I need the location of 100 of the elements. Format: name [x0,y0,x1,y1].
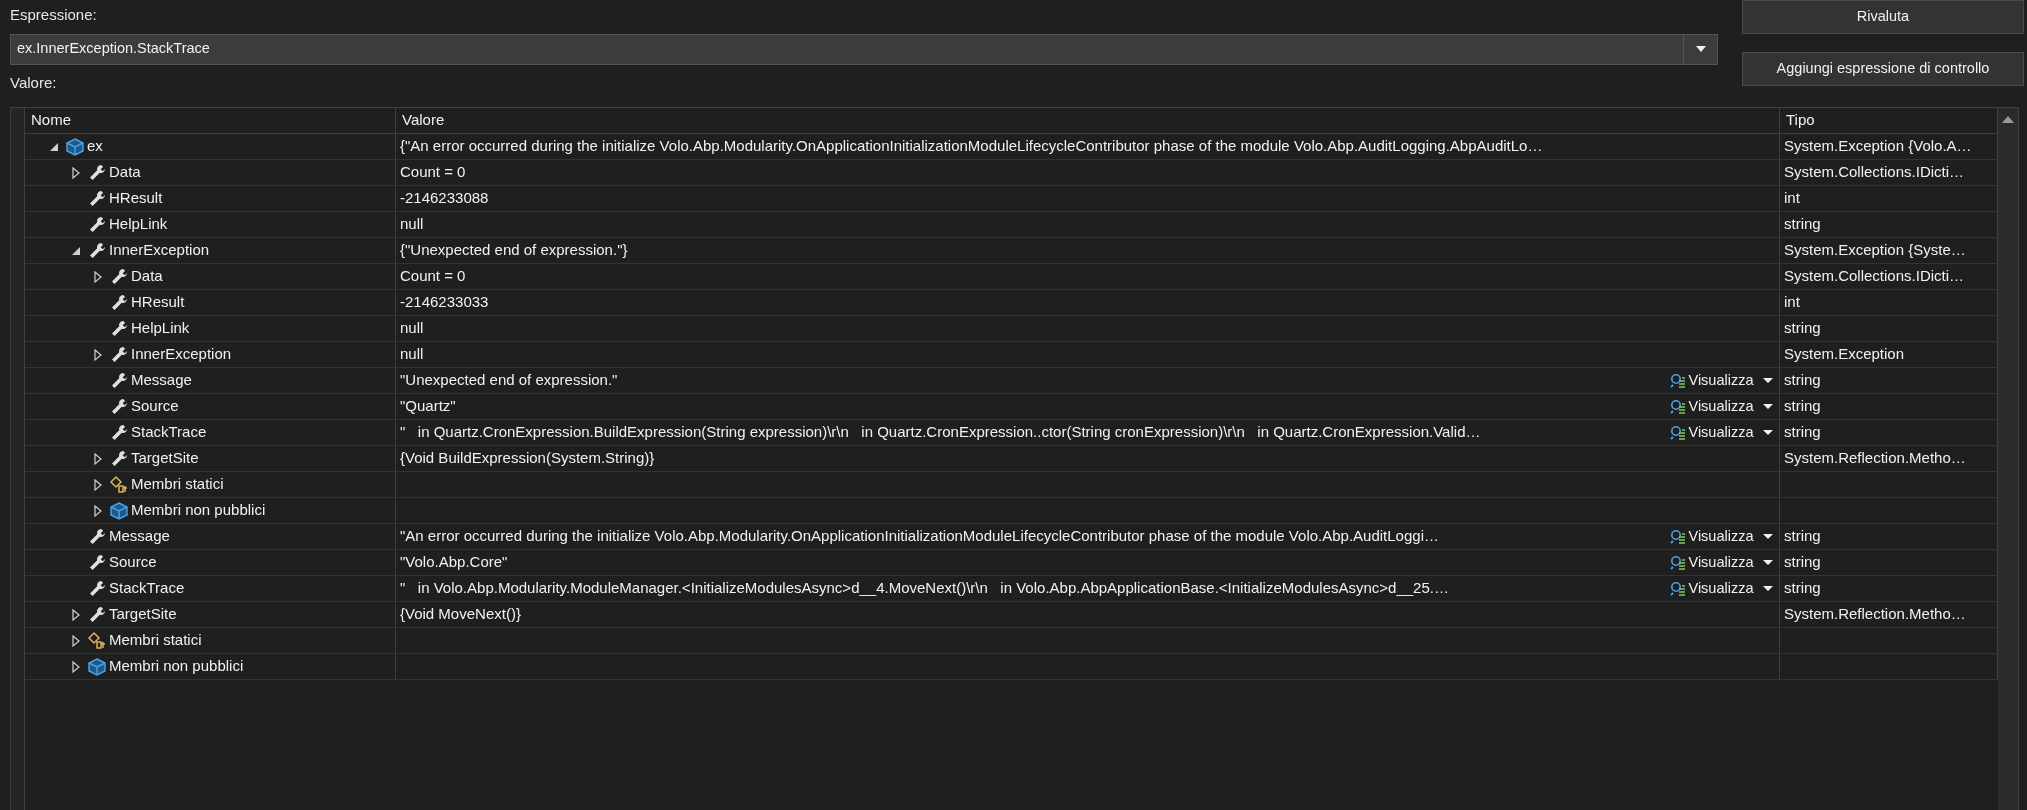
member-value: -2146233033 [400,292,489,313]
wrench-icon [109,396,129,417]
member-value: " in Quartz.CronExpression.BuildExpression(String expression)\r\n in Quartz.CronExpression..ctor(String cronExpression)\r\n in Quartz.CronExpression.Valid… [400,422,1481,443]
wrench-icon [109,422,129,443]
wrench-icon [87,604,107,625]
wrench-icon [87,188,107,209]
magnifier-icon [1670,372,1687,389]
member-value: null [400,318,424,339]
member-value: null [400,214,424,235]
member-type: System.Exception {Syste… [1784,240,1966,261]
member-type: System.Collections.IDicti… [1784,266,1965,287]
visualizer-button[interactable]: Visualizza [1664,524,1779,549]
member-name: TargetSite [131,448,199,469]
visualizer-button[interactable]: Visualizza [1664,576,1779,601]
cube-icon [65,136,85,157]
magnifier-icon [1670,554,1687,571]
member-type: System.Reflection.Metho… [1784,604,1966,625]
member-name: HelpLink [131,318,190,339]
wrench-icon [109,266,129,287]
cube-icon [109,500,129,521]
scroll-up-icon[interactable] [2002,116,2014,123]
member-type: string [1784,396,1821,417]
member-value: {Void MoveNext()} [400,604,521,625]
member-name: InnerException [131,344,232,365]
member-value: {"Unexpected end of expression."} [400,240,628,261]
scrollbar[interactable] [1998,108,2018,810]
visualizer-button[interactable]: Visualizza [1664,420,1779,445]
member-name: ex [87,136,103,157]
member-value: {Void BuildExpression(System.String)} [400,448,655,469]
member-value: " in Volo.Abp.Modularity.ModuleManager.<InitializeModulesAsync>d__4.MoveNext()\r\n in Volo.Abp.AbpApplicationBase.<InitializeModulesAsync>d__25.… [400,578,1449,599]
member-type: string [1784,578,1821,599]
member-value: "Volo.Abp.Core" [400,552,508,573]
caret-icon [1763,404,1773,409]
wrench-icon [109,448,129,469]
member-name: StackTrace [131,422,207,443]
member-name: Membri non pubblici [109,656,244,677]
cube-icon [87,656,107,677]
member-type: int [1784,292,1800,313]
expression-label: Espressione: [10,5,97,24]
caret-icon [1763,430,1773,435]
member-name: HResult [131,292,185,313]
wrench-icon [87,162,107,183]
member-value: {"An error occurred during the initialize Volo.Abp.Modularity.OnApplicationInitializationModuleLifecycleContributor phase of the module Volo.Abp.AuditLogging.AbpAuditLo… [400,136,1543,157]
member-type: string [1784,526,1821,547]
member-name: InnerException [109,240,210,261]
wrench-icon [109,370,129,391]
wrench-icon [109,318,129,339]
magnifier-icon [1670,580,1687,597]
member-value: "Unexpected end of expression." [400,370,618,391]
caret-icon [1763,378,1773,383]
member-value: Count = 0 [400,162,466,183]
add-watch-button[interactable]: Aggiungi espressione di controllo [1742,52,2024,86]
wrench-icon [87,214,107,235]
visualizer-button[interactable]: Visualizza [1664,550,1779,575]
wrench-icon [87,240,107,261]
member-name: Membri non pubblici [131,500,266,521]
magnifier-icon [1670,424,1687,441]
member-value: Count = 0 [400,266,466,287]
member-value: -2146233088 [400,188,489,209]
shapes-icon [109,474,129,495]
member-value: "Quartz" [400,396,456,417]
member-name: Membri statici [109,630,202,651]
value-label: Valore: [10,74,57,93]
magnifier-icon [1670,398,1687,415]
member-name: HelpLink [109,214,168,235]
member-name: Data [109,162,141,183]
caret-icon [1763,560,1773,565]
member-type: string [1784,214,1821,235]
member-type: string [1784,422,1821,443]
caret-icon [1763,586,1773,591]
member-name: Message [131,370,192,391]
member-type: int [1784,188,1800,209]
member-name: Source [131,396,179,417]
member-name: Data [131,266,163,287]
column-header[interactable]: Nome [25,108,396,133]
member-type: System.Collections.IDicti… [1784,162,1965,183]
shapes-icon [87,630,107,651]
member-name: StackTrace [109,578,185,599]
member-type: System.Reflection.Metho… [1784,448,1966,469]
member-type: System.Exception {Volo.A… [1784,136,1972,157]
wrench-icon [109,292,129,313]
member-name: TargetSite [109,604,177,625]
member-name: Membri statici [131,474,224,495]
caret-icon [1763,534,1773,539]
member-type: string [1784,552,1821,573]
wrench-icon [109,344,129,365]
column-header[interactable]: Valore [396,108,1780,133]
visualizer-button[interactable]: Visualizza [1664,368,1779,393]
member-value: "An error occurred during the initialize Volo.Abp.Modularity.OnApplicationInitializationModuleLifecycleContributor phase of the module Volo.Abp.AuditLoggi… [400,526,1439,547]
member-name: HResult [109,188,163,209]
member-value: null [400,344,424,365]
wrench-icon [87,526,107,547]
member-type: string [1784,370,1821,391]
visualizer-button[interactable]: Visualizza [1664,394,1779,419]
magnifier-icon [1670,528,1687,545]
wrench-icon [87,578,107,599]
member-type: System.Exception [1784,344,1905,365]
reevaluate-button[interactable]: Rivaluta [1742,0,2024,34]
member-name: Message [109,526,170,547]
wrench-icon [87,552,107,573]
